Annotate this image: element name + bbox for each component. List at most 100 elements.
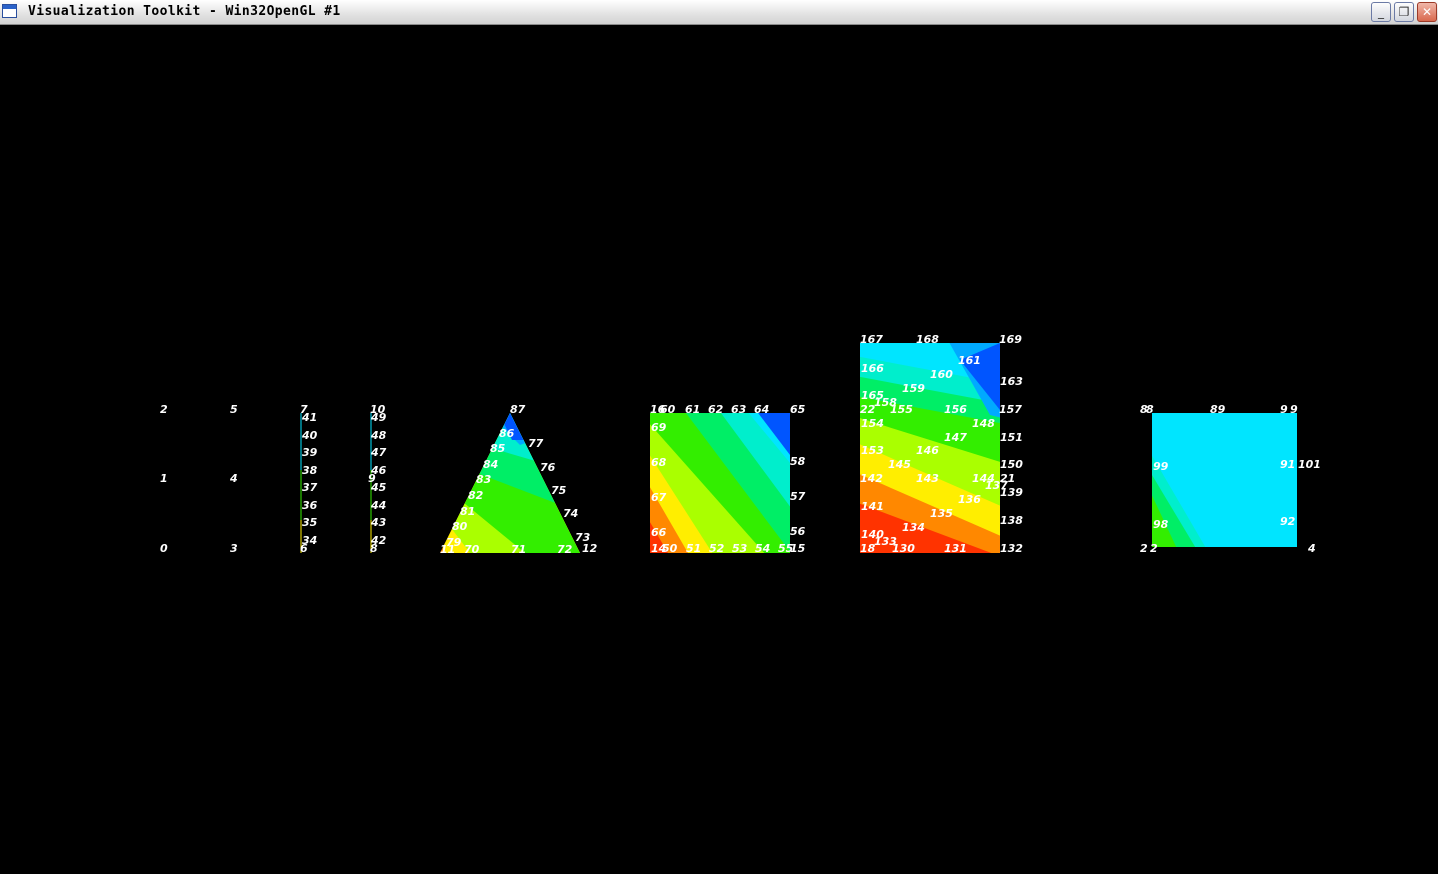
vertex-label: 74	[563, 507, 578, 520]
minimize-button[interactable]: _	[1371, 2, 1391, 22]
vertex-label: 92	[1280, 515, 1296, 528]
vertex-label: 157	[999, 403, 1022, 416]
vertex-label: 8	[1146, 403, 1154, 416]
vertex-label: 89	[1210, 403, 1226, 416]
quad-cell: 167 168 169 166 161 160 163 165 159 22 1…	[860, 333, 1023, 555]
vertex-label: 166	[861, 362, 884, 375]
vertex-label: 134	[902, 521, 925, 534]
vertex-label: 75	[551, 484, 567, 497]
vertex-label: 76	[540, 461, 556, 474]
vertex-label: 71	[511, 543, 526, 556]
vertex-label: 153	[861, 444, 884, 457]
vertex-label: 69	[651, 421, 667, 434]
vertex-label: 8	[370, 542, 378, 555]
vertex-column-1: 2 1 0	[160, 403, 168, 555]
vertex-label: 64	[754, 403, 769, 416]
vertex-label: 57	[790, 490, 806, 503]
vertex-label: 11	[440, 543, 455, 556]
vertex-label: 82	[468, 489, 484, 502]
vertex-label: 72	[557, 543, 573, 556]
vertex-label: 56	[790, 525, 806, 538]
vertex-label: 81	[460, 505, 475, 518]
vertex-label: 99	[1153, 460, 1169, 473]
vertex-label: 63	[731, 403, 747, 416]
vertex-label: 39	[302, 446, 318, 459]
window-title: Visualization Toolkit - Win32OpenGL #1	[28, 4, 341, 19]
polyline-1: 7 41 40 39 38 37 36 35 34 6	[300, 403, 318, 555]
vertex-label: 131	[944, 542, 967, 555]
vertex-label: 150	[1000, 458, 1023, 471]
vtk-scene: 2 1 0 5 4 3 7 41 40 39 38 37 36 35 34 6	[160, 333, 1321, 556]
vertex-label: 159	[902, 382, 925, 395]
vertex-label: 98	[1153, 518, 1169, 531]
vertex-label: 41	[301, 411, 317, 424]
vertex-label: 154	[861, 417, 884, 430]
vertex-label: 61	[685, 403, 700, 416]
vertex-label: 83	[476, 473, 492, 486]
vertex-label: 49	[370, 411, 387, 424]
vertex-label: 18	[860, 542, 876, 555]
vertex-label: 155	[890, 403, 913, 416]
vertex-label: 160	[930, 368, 953, 381]
vertex-label: 145	[888, 458, 911, 471]
vertex-label: 50	[662, 542, 678, 555]
vertex-label: 68	[651, 456, 667, 469]
vertex-label: 1	[160, 472, 168, 485]
vertex-label: 3	[230, 542, 238, 555]
vertex-label: 6	[300, 542, 308, 555]
vertex-label: 43	[370, 516, 387, 529]
vertex-label: 0	[160, 542, 168, 555]
render-viewport[interactable]: 2 1 0 5 4 3 7 41 40 39 38 37 36 35 34 6	[0, 25, 1438, 870]
vertex-label: 146	[916, 444, 939, 457]
vertex-label: 37	[302, 481, 318, 494]
vertex-label: 101	[1298, 458, 1321, 471]
vertex-label: 77	[528, 437, 544, 450]
vertex-label: 9	[1290, 403, 1298, 416]
vertex-label: 35	[302, 516, 318, 529]
vertex-label: 167	[860, 333, 883, 346]
vertex-label: 80	[452, 520, 468, 533]
vertex-label: 85	[490, 442, 506, 455]
vertex-label: 62	[708, 403, 724, 416]
vertex-label: 65	[790, 403, 806, 416]
vertex-label: 51	[686, 542, 701, 555]
vertex-label: 4	[229, 472, 238, 485]
close-button[interactable]: ✕	[1417, 2, 1437, 22]
vertex-label: 2	[160, 403, 168, 416]
vertex-label: 52	[709, 542, 725, 555]
vertex-label: 36	[302, 499, 318, 512]
vertex-label: 137	[985, 479, 1008, 492]
vertex-label: 48	[370, 429, 387, 442]
vertex-label: 135	[930, 507, 953, 520]
restore-button[interactable]: ❐	[1394, 2, 1414, 22]
vertex-label: 15	[790, 542, 806, 555]
vertex-column-2: 5 4 3	[229, 403, 238, 555]
vertex-label: 47	[370, 446, 387, 459]
vertex-label: 148	[972, 417, 995, 430]
vertex-label: 169	[999, 333, 1022, 346]
vertex-label: 54	[755, 542, 770, 555]
vertex-label: 58	[790, 455, 806, 468]
vertex-label: 163	[1000, 375, 1023, 388]
vertex-label: 84	[483, 458, 498, 471]
vertex-label: 38	[302, 464, 318, 477]
vertex-label: 156	[944, 403, 967, 416]
vertex-label: 45	[370, 481, 387, 494]
vertex-label: 44	[370, 499, 386, 512]
vertex-label: 161	[958, 354, 981, 367]
vertex-label: 53	[732, 542, 748, 555]
vertex-label: 130	[892, 542, 915, 555]
title-bar[interactable]: Visualization Toolkit - Win32OpenGL #1 _…	[0, 0, 1438, 25]
vertex-label: 142	[860, 472, 883, 485]
vertex-label: 86	[499, 427, 515, 440]
vertex-label: 91	[1280, 458, 1295, 471]
vertex-label: 67	[651, 491, 667, 504]
vertex-label: 147	[944, 431, 967, 444]
vertex-label: 12	[582, 542, 598, 555]
vertex-label: 141	[861, 500, 884, 513]
vertex-label: 151	[1000, 431, 1023, 444]
square-cell: 16 60 61 62 63 64 65 69 58 68 57 67 66 5…	[650, 403, 806, 555]
vertex-label: 2	[1140, 542, 1148, 555]
vtk-window-icon[interactable]	[2, 4, 17, 18]
vertex-label: 2	[1150, 542, 1158, 555]
